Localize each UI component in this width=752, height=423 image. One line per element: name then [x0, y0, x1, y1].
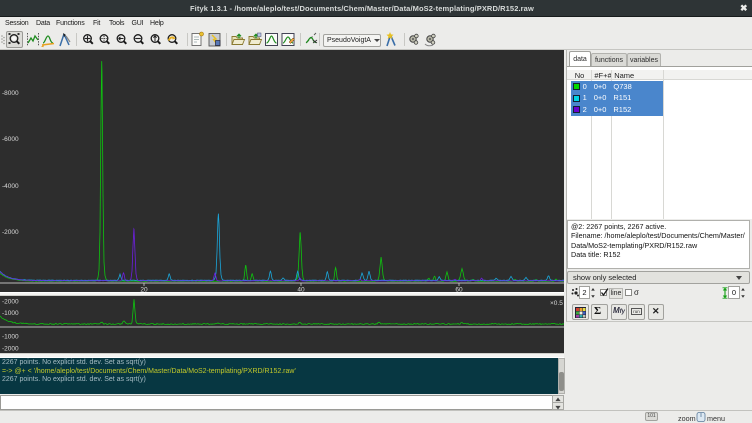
svg-text:-8000: -8000 — [2, 90, 19, 97]
svg-text:×0.5: ×0.5 — [550, 300, 563, 307]
svg-text:-1000: -1000 — [2, 310, 19, 317]
svg-text:-1000: -1000 — [2, 334, 19, 341]
svg-text:-6000: -6000 — [2, 136, 19, 143]
svg-text:-2000: -2000 — [2, 229, 19, 236]
svg-text:-2000: -2000 — [2, 299, 19, 306]
svg-text:-4000: -4000 — [2, 183, 19, 190]
svg-text:-2000: -2000 — [2, 346, 19, 353]
